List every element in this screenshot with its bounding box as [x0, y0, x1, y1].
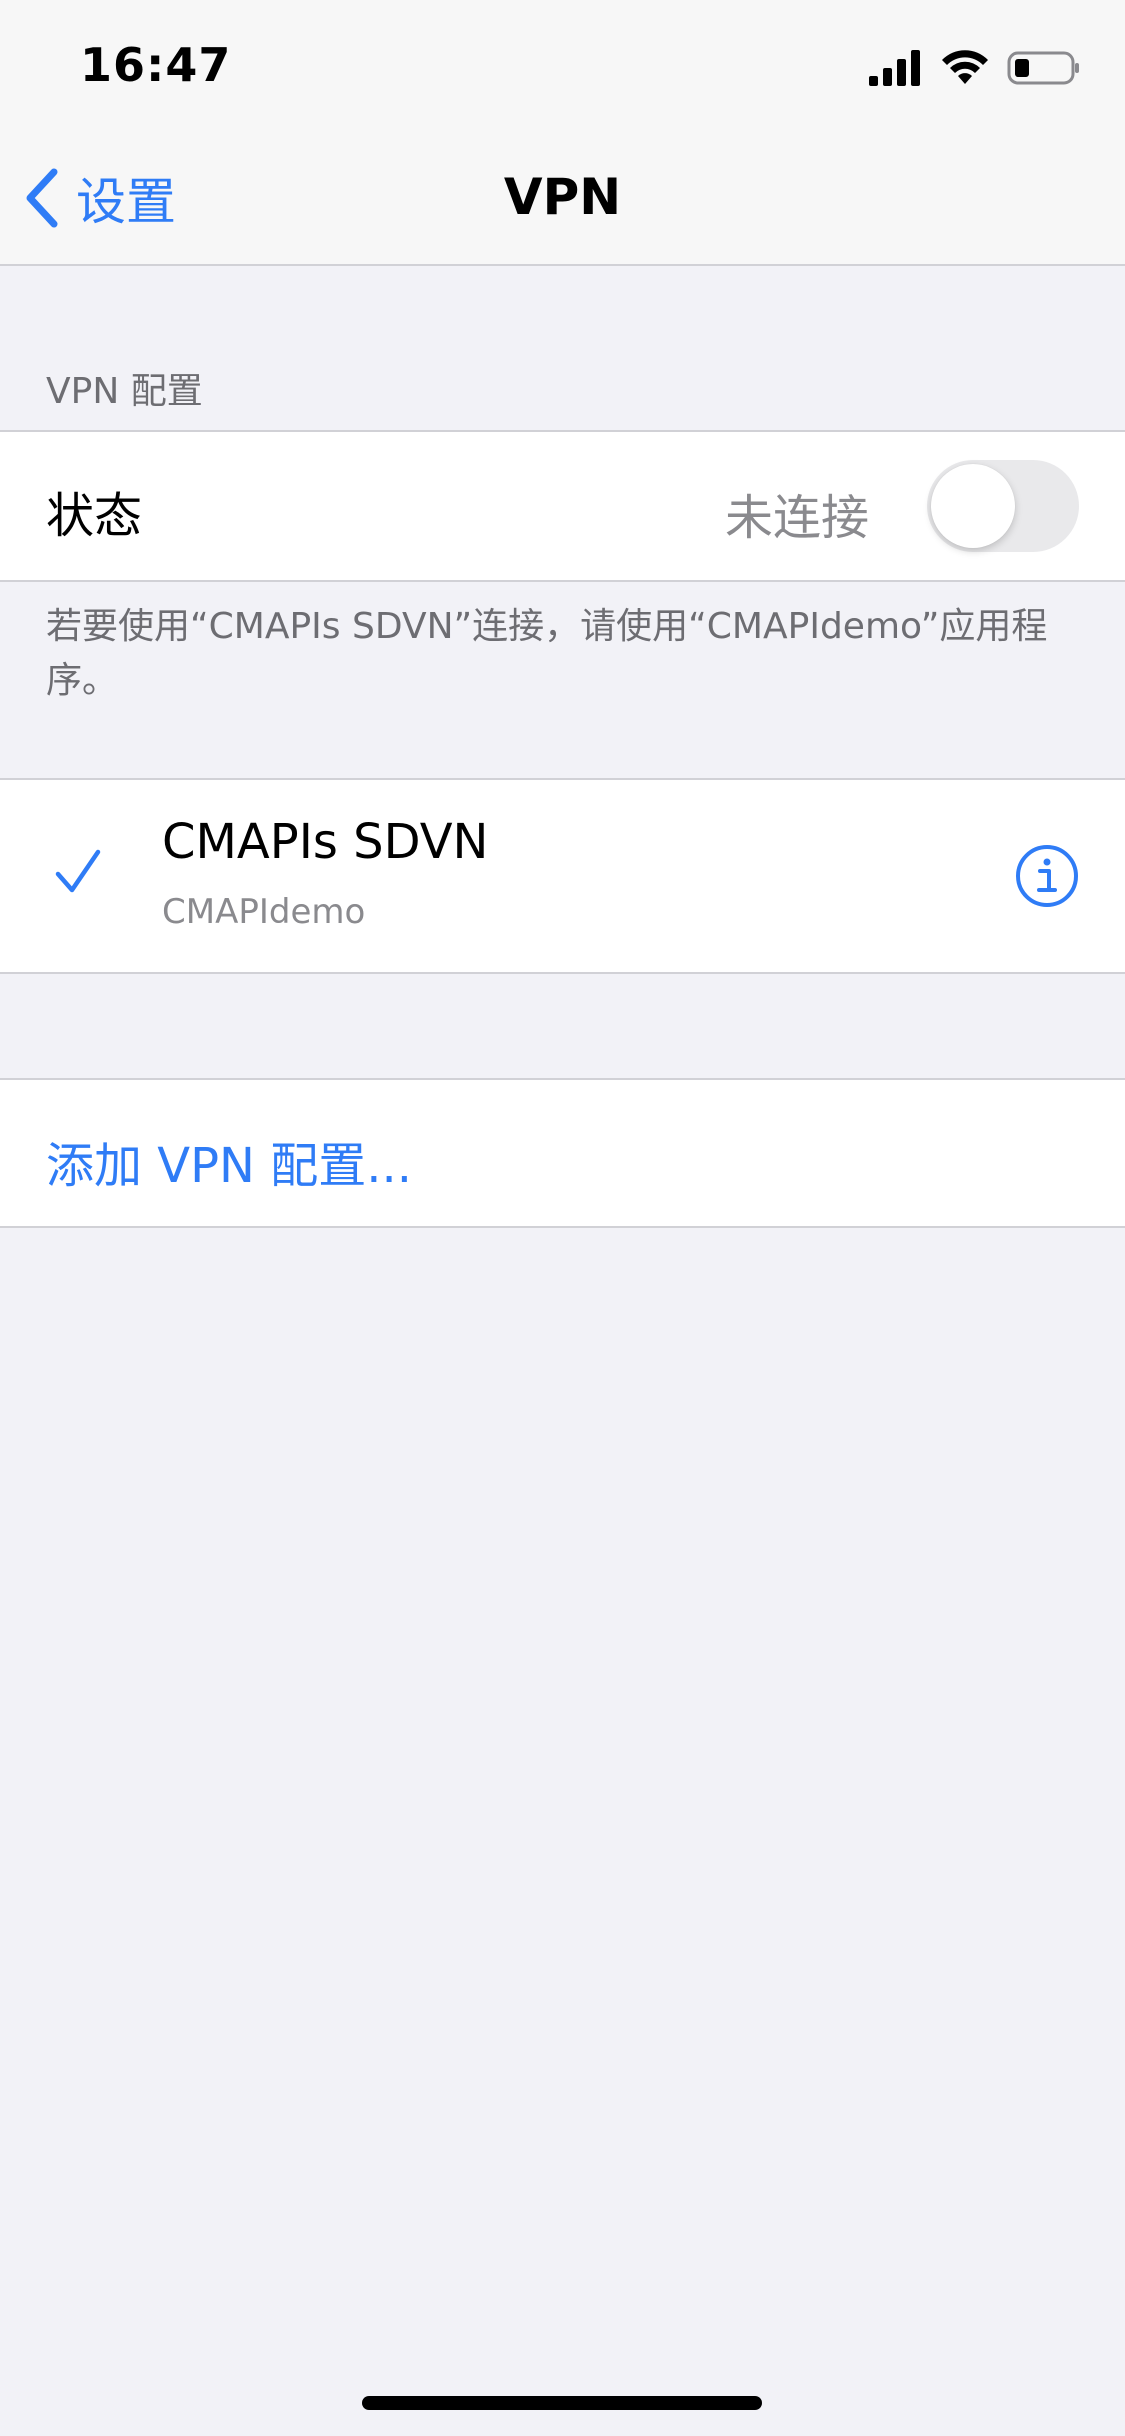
status-label: 状态: [46, 488, 143, 544]
status-value: 未连接: [724, 490, 869, 546]
add-vpn-button[interactable]: 添加 VPN 配置...: [46, 1126, 412, 1196]
vpn-config-row[interactable]: CMAPIs SDVN CMAPIdemo: [0, 778, 1125, 974]
status-time: 16:47: [80, 38, 232, 92]
status-icons: [869, 44, 1081, 92]
checkmark-icon: [55, 849, 101, 893]
add-vpn-row[interactable]: 添加 VPN 配置...: [0, 1078, 1125, 1228]
battery-icon: [1007, 51, 1079, 85]
cellular-signal-icon: [869, 50, 920, 86]
footer-note: 若要使用“CMAPIs SDVN”连接，请使用“CMAPIdemo”应用程序。: [46, 606, 1048, 701]
navigation-bar: 设置 VPN: [0, 132, 1125, 266]
section-header: VPN 配置: [46, 371, 203, 412]
status-row: 状态 未连接: [0, 430, 1125, 582]
home-indicator[interactable]: [362, 2396, 762, 2410]
vpn-config-app: CMAPIdemo: [162, 892, 366, 932]
wifi-icon: [942, 50, 988, 84]
page-title: VPN: [503, 168, 622, 226]
vpn-toggle[interactable]: [927, 460, 1079, 552]
toggle-knob: [931, 464, 1015, 548]
vpn-config-name: CMAPIs SDVN: [162, 814, 489, 870]
info-icon[interactable]: [1015, 844, 1079, 908]
status-bar: 16:47: [0, 0, 1125, 132]
